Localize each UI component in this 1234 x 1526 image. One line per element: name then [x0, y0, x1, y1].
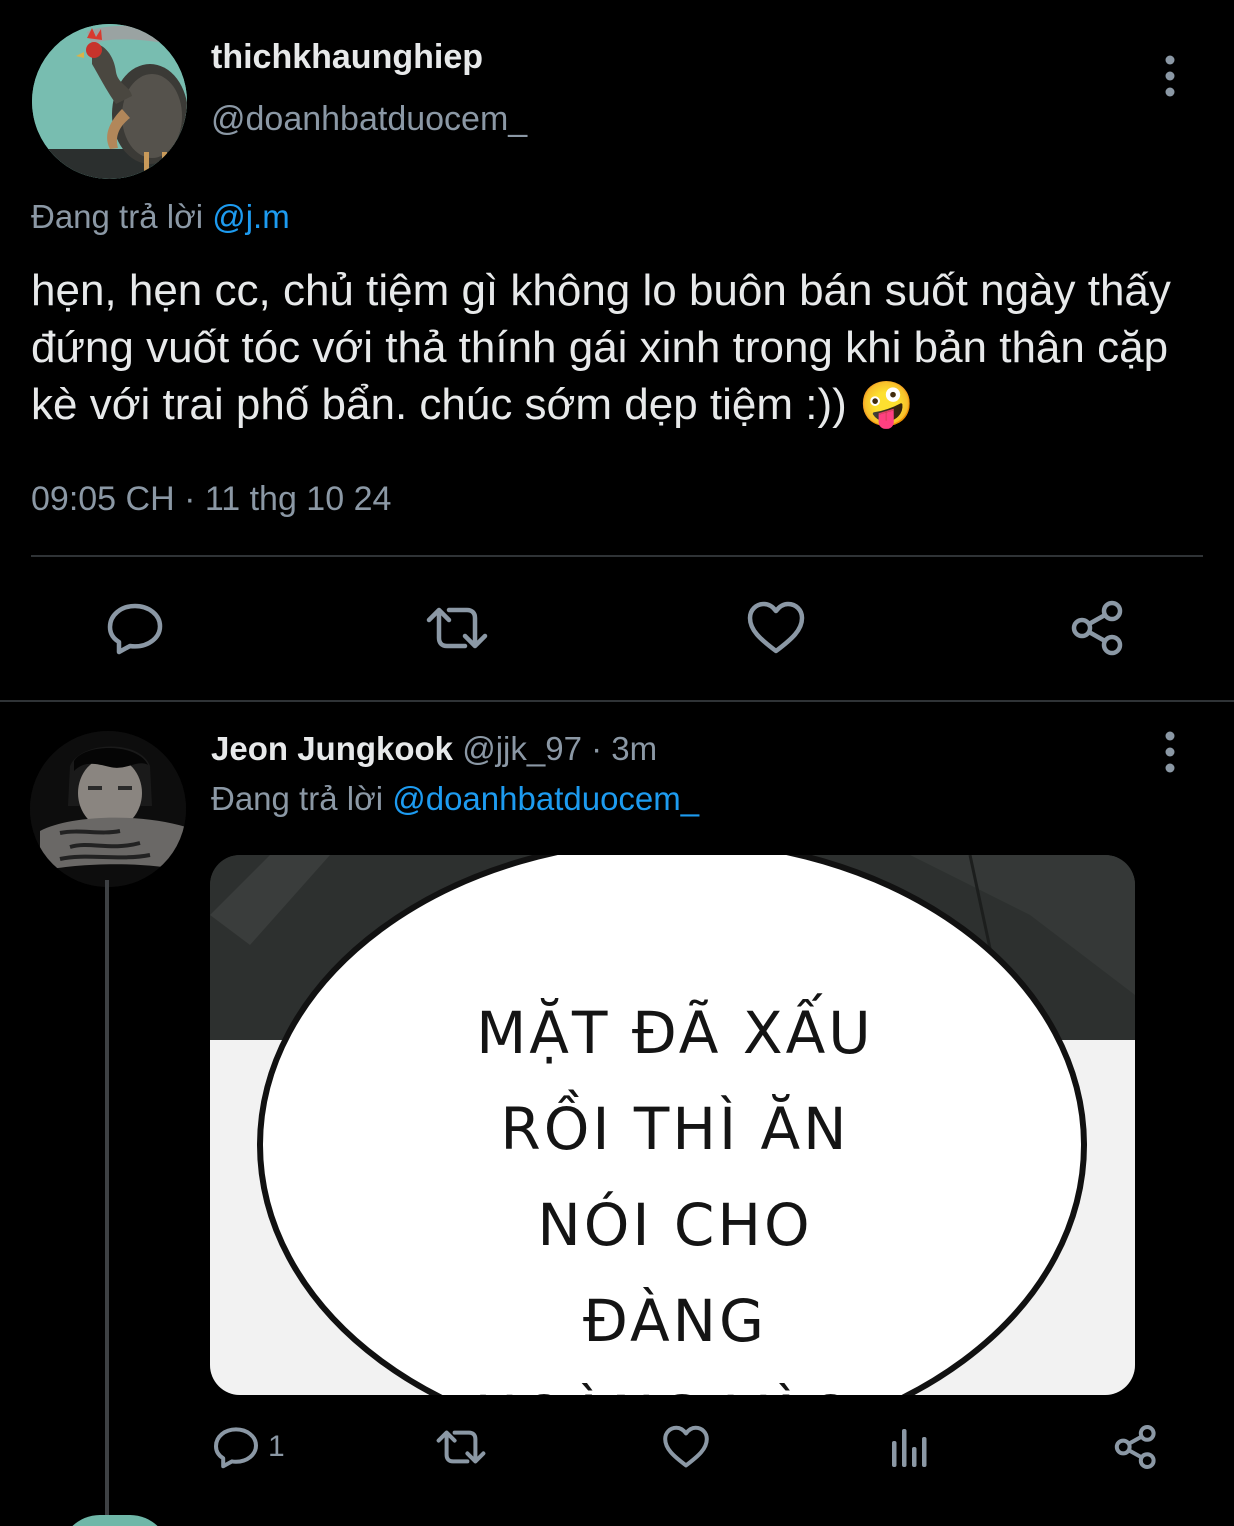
rooster-avatar-image — [32, 24, 187, 179]
replying-prefix: Đang trả lời — [211, 780, 384, 817]
replying-to-link[interactable]: @j.m — [212, 198, 290, 235]
like-button[interactable] — [746, 598, 806, 658]
replying-to-link[interactable]: @doanhbatduocem_ — [392, 780, 699, 817]
comment-icon — [214, 1427, 258, 1469]
author-handle[interactable]: @doanhbatduocem_ — [211, 100, 527, 139]
reply-tweet: Jeon Jungkook @jjk_97 · 3m Đang trả lời … — [0, 702, 1234, 1526]
reply-like-button[interactable] — [662, 1417, 710, 1477]
author-name[interactable]: thichkhaunghiep — [211, 38, 483, 77]
retweet-icon — [426, 607, 488, 649]
next-tweet-avatar[interactable] — [60, 1515, 170, 1526]
replying-to-line: Đang trả lời @doanhbatduocem_ — [211, 780, 699, 818]
more-options-icon[interactable] — [1150, 52, 1190, 100]
replying-to-line: Đang trả lời @j.m — [31, 198, 290, 236]
reply-comment-button[interactable]: 1 — [212, 1417, 285, 1477]
retweet-button[interactable] — [425, 598, 488, 658]
thread-line — [105, 880, 109, 1526]
more-options-icon[interactable] — [1150, 728, 1190, 776]
reply-count: 1 — [268, 1430, 285, 1463]
tweet-timestamp[interactable]: 09:05 CH · 11 thg 10 24 — [31, 480, 391, 519]
reply-retweet-button[interactable] — [435, 1417, 487, 1477]
reply-author-avatar[interactable] — [30, 731, 186, 887]
reply-analytics-button[interactable] — [888, 1417, 932, 1477]
reply-author-handle[interactable]: @jjk_97 — [462, 730, 582, 767]
share-button[interactable] — [1068, 598, 1128, 658]
main-tweet: thichkhaunghiep @doanhbatduocem_ Đang tr… — [0, 0, 1234, 702]
replying-prefix: Đang trả lời — [31, 198, 204, 235]
divider — [31, 555, 1203, 557]
header-separator: · — [591, 730, 603, 767]
image-caption-text: MẶT ĐÃ XẤU RỒI THÌ ĂN NÓI CHO ĐÀNG HOÀNG… — [474, 999, 874, 1395]
heart-icon — [747, 601, 805, 654]
analytics-icon — [892, 1429, 927, 1467]
share-icon — [1071, 600, 1123, 656]
author-avatar[interactable] — [32, 24, 187, 179]
portrait-avatar-image — [30, 731, 186, 887]
reply-share-button[interactable] — [1112, 1417, 1160, 1477]
tweet-text: hẹn, hẹn cc, chủ tiệm gì không lo buôn b… — [31, 266, 1171, 429]
comment-button[interactable] — [105, 598, 165, 658]
reply-author-name[interactable]: Jeon Jungkook — [211, 730, 453, 767]
reply-time-ago[interactable]: 3m — [611, 730, 657, 767]
attached-image[interactable]: MẶT ĐÃ XẤU RỒI THÌ ĂN NÓI CHO ĐÀNG HOÀNG… — [210, 855, 1135, 1395]
retweet-icon — [436, 1430, 486, 1464]
reply-header: Jeon Jungkook @jjk_97 · 3m — [211, 730, 657, 768]
share-icon — [1114, 1425, 1156, 1469]
comment-icon — [107, 603, 163, 655]
heart-icon — [663, 1425, 709, 1468]
